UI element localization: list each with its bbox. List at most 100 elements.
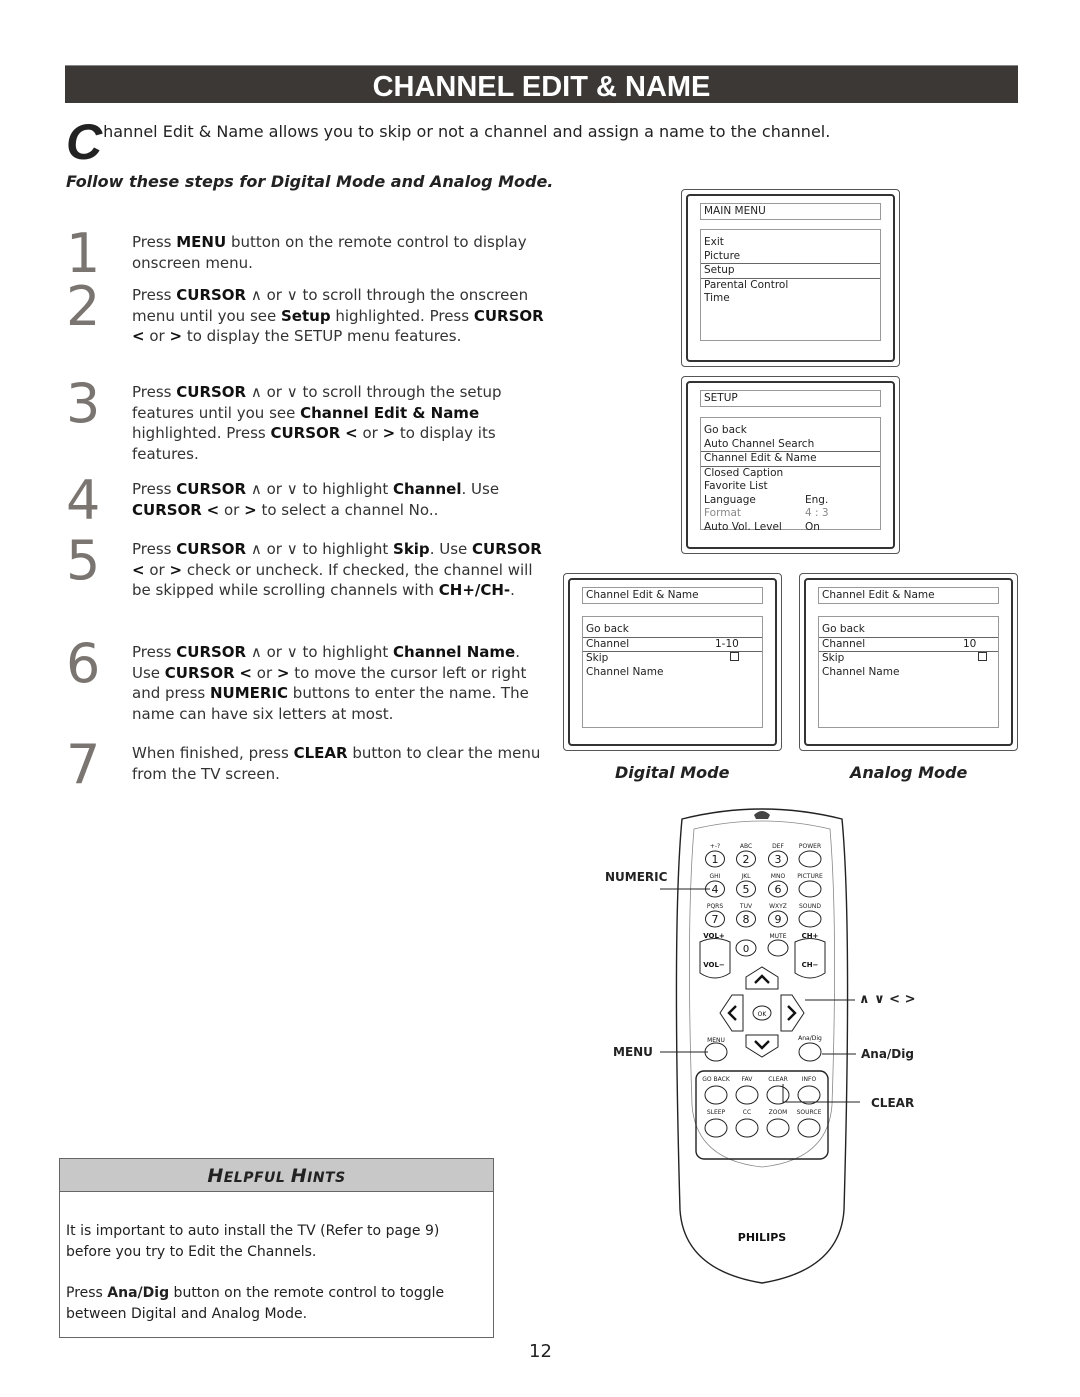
- key-caption: ABC: [740, 843, 752, 850]
- key-caption: FAV: [742, 1076, 754, 1083]
- key-caption: PICTURE: [797, 873, 823, 880]
- menu-list: Go back Channel 1-10 Skip Channel Name: [582, 616, 763, 728]
- remote-key-zoom[interactable]: ZOOM: [766, 1109, 790, 1138]
- menu-item-label: Time: [704, 292, 730, 304]
- menu-item[interactable]: Skip: [819, 652, 998, 666]
- menu-item[interactable]: Go back: [819, 623, 998, 637]
- menu-item-label: Channel Edit & Name: [704, 452, 817, 464]
- anadig-callout: Ana/Dig: [861, 1047, 914, 1061]
- anadig-button[interactable]: [798, 1042, 822, 1062]
- menu-item[interactable]: Go back: [583, 623, 762, 637]
- mute-button[interactable]: [767, 939, 789, 957]
- menu-item[interactable]: Closed Caption: [701, 467, 880, 481]
- remote-key[interactable]: MNO 6: [768, 873, 788, 898]
- clear-callout-line: [782, 1084, 860, 1103]
- hints-title: HELPFUL HINTS: [60, 1159, 493, 1192]
- key-caption: CC: [743, 1109, 751, 1116]
- key-caption: POWER: [799, 843, 821, 850]
- cursor-up-button[interactable]: [745, 966, 779, 990]
- menu-item[interactable]: Go back: [701, 424, 880, 438]
- philips-logo: PHILIPS: [738, 1231, 787, 1244]
- menu-item-value: 10: [963, 637, 977, 650]
- menu-button[interactable]: [704, 1042, 728, 1062]
- remote-key[interactable]: PQRS 7: [705, 903, 725, 928]
- menu-item[interactable]: Channel Name: [583, 666, 762, 680]
- screen-header: SETUP: [700, 390, 881, 407]
- menu-item[interactable]: Parental Control: [701, 279, 880, 293]
- remote-key[interactable]: POWER: [798, 843, 822, 868]
- remote-key-source[interactable]: SOURCE: [797, 1109, 822, 1138]
- cursor-right-button[interactable]: [780, 994, 805, 1032]
- remote-key[interactable]: WXYZ 9: [768, 903, 788, 928]
- menu-callout: MENU: [613, 1045, 653, 1059]
- menu-item[interactable]: Setup: [701, 263, 880, 279]
- cursor-down-button[interactable]: [745, 1034, 779, 1058]
- mute-label: MUTE: [769, 933, 786, 940]
- menu-item[interactable]: Language Eng.: [701, 494, 880, 508]
- menu-item[interactable]: Time: [701, 292, 880, 306]
- menu-item-value: 1-10: [715, 637, 739, 650]
- cursor-callout: ∧ ∨ < >: [859, 992, 916, 1007]
- remote-key[interactable]: JKL 5: [736, 873, 756, 898]
- menu-item-value: 4 : 3: [805, 507, 829, 519]
- menu-item-label: Channel: [822, 637, 866, 650]
- menu-item[interactable]: Exit: [701, 236, 880, 250]
- remote-key-fav[interactable]: FAV: [735, 1076, 759, 1105]
- remote-key-sleep[interactable]: SLEEP: [704, 1109, 728, 1138]
- menu-item[interactable]: Auto Channel Search: [701, 438, 880, 452]
- menu-item-label: Closed Caption: [704, 466, 784, 479]
- menu-item[interactable]: Channel 1-10: [583, 636, 762, 652]
- menu-item[interactable]: Channel Edit & Name: [701, 451, 880, 467]
- remote-key-clear[interactable]: CLEAR: [766, 1076, 790, 1105]
- menu-item-label: Favorite List: [704, 480, 768, 492]
- menu-item-label: Channel Name: [822, 665, 900, 678]
- remote-key-info[interactable]: INFO: [797, 1076, 821, 1105]
- menu-item-label: Language: [704, 493, 756, 506]
- menu-item-label: Picture: [704, 249, 741, 262]
- remote-key[interactable]: SOUND: [798, 903, 822, 928]
- skip-checkbox[interactable]: [730, 652, 739, 666]
- ir-window: [754, 811, 770, 819]
- menu-item-value: On: [805, 520, 820, 533]
- keypad: +-? 1 ABC 2 DEF 3 POWER GHI 4 JKL 5 MNO 6 PICTURE PQRS…: [705, 843, 823, 928]
- menu-item[interactable]: Channel 10: [819, 636, 998, 652]
- menu-item[interactable]: Skip: [583, 652, 762, 666]
- remote-key-cc[interactable]: CC: [735, 1109, 759, 1138]
- ch-minus-label: CH−: [802, 961, 819, 969]
- remote-key-go-back[interactable]: GO BACK: [702, 1076, 731, 1105]
- menu-item-label: Parental Control: [704, 278, 789, 291]
- key-caption: SOUND: [799, 903, 821, 910]
- anadig-label: Ana/Dig: [798, 1035, 822, 1042]
- key-caption: DEF: [772, 843, 784, 850]
- menu-item[interactable]: Picture: [701, 250, 880, 264]
- menu-item[interactable]: Channel Name: [819, 666, 998, 680]
- skip-checkbox[interactable]: [978, 652, 987, 666]
- step-number: 4: [66, 469, 101, 532]
- remote-key[interactable]: +-? 1: [705, 843, 725, 868]
- step-number: 5: [66, 529, 101, 592]
- remote-key[interactable]: TUV 8: [736, 903, 756, 928]
- screen-header: Channel Edit & Name: [818, 587, 999, 604]
- menu-item-label: Auto Channel Search: [704, 437, 815, 450]
- menu-item[interactable]: Format 4 : 3: [701, 507, 880, 521]
- key-caption: GO BACK: [702, 1076, 731, 1083]
- tv-screen-setup: SETUP Go back Auto Channel Search Channel …: [681, 376, 900, 554]
- key-caption: PQRS: [707, 903, 724, 910]
- remote-key[interactable]: ABC 2: [736, 843, 756, 868]
- menu-item[interactable]: Auto Vol. Level On: [701, 521, 880, 535]
- channel-rocker[interactable]: [794, 938, 826, 979]
- cursor-left-button[interactable]: [719, 994, 744, 1032]
- step-text: Press CURSOR ∧ or ∨ to highlight Skip. U…: [132, 540, 542, 599]
- remote-key[interactable]: PICTURE: [797, 873, 823, 898]
- menu-item[interactable]: Favorite List: [701, 480, 880, 494]
- remote-key[interactable]: GHI 4: [705, 873, 725, 898]
- steps-subheading: Follow these steps for Digital Mode and …: [66, 172, 554, 191]
- menu-item-label: Go back: [704, 424, 747, 436]
- key-caption: +-?: [710, 843, 720, 850]
- key-number: 8: [743, 913, 750, 926]
- menu-list: Go back Channel 10 Skip Channel Name: [818, 616, 999, 728]
- hint-paragraph: Press Ana/Dig button on the remote contr…: [66, 1285, 445, 1322]
- remote-key[interactable]: DEF 3: [768, 843, 788, 868]
- key-caption: SOURCE: [797, 1109, 822, 1116]
- volume-rocker[interactable]: [699, 938, 731, 979]
